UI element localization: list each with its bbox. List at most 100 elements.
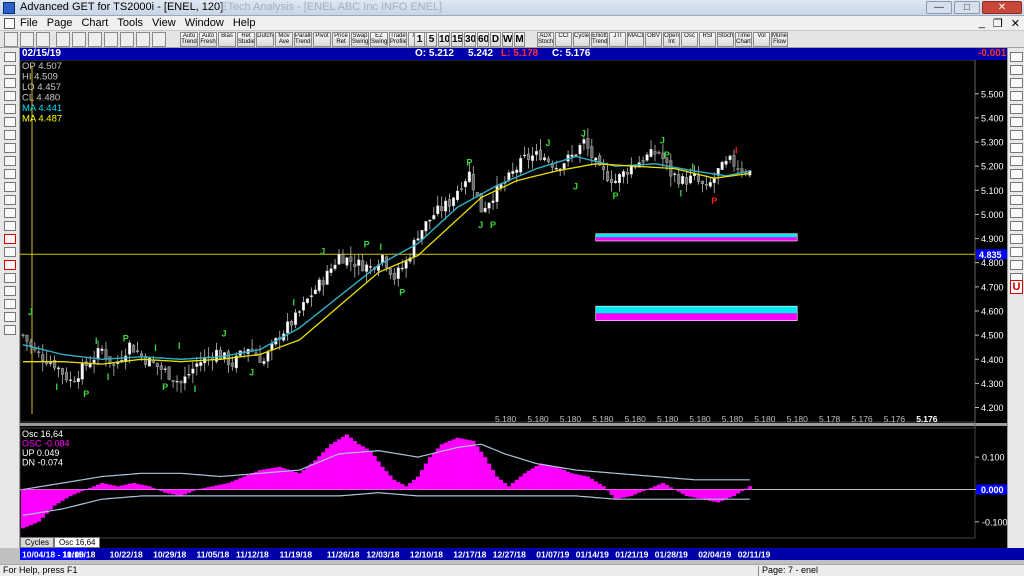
projection-box-magenta-1[interactable] bbox=[595, 237, 798, 241]
timeframe-60-button[interactable]: 60 bbox=[477, 32, 489, 47]
toolbar-jti-button[interactable]: JTI bbox=[609, 32, 626, 47]
toolbar-stoch-button[interactable]: Stoch bbox=[717, 32, 734, 47]
unlock-tool-button[interactable]: U bbox=[1010, 280, 1023, 294]
toolbar-ret-studies-button[interactable]: Ret Studies bbox=[237, 32, 255, 47]
drawing-tool-9[interactable] bbox=[4, 156, 16, 166]
toolbar-ez-swing-button[interactable]: EZ Swing bbox=[370, 32, 388, 47]
study-tool-5[interactable] bbox=[1010, 104, 1023, 114]
close-button[interactable]: ✕ bbox=[982, 1, 1022, 14]
toolbar-mov-ave-button[interactable]: Mov Ave bbox=[275, 32, 293, 47]
drawing-tool-18[interactable] bbox=[4, 273, 16, 283]
drawing-tool-17[interactable] bbox=[4, 260, 16, 270]
toolbar-time-chart-button[interactable]: Time Chart bbox=[735, 32, 752, 47]
toolbar-cci-button[interactable]: CCI bbox=[555, 32, 572, 47]
timeframe-15-button[interactable]: 15 bbox=[451, 32, 463, 47]
toolbar-elliott-trend-button[interactable]: Elliott Trend bbox=[591, 32, 608, 47]
study-tool-9[interactable] bbox=[1010, 156, 1023, 166]
study-tool-14[interactable] bbox=[1010, 221, 1023, 231]
menu-help[interactable]: Help bbox=[233, 17, 256, 29]
drawing-tool-16[interactable] bbox=[4, 247, 16, 257]
toolbar-icon-7[interactable] bbox=[104, 32, 118, 47]
drawing-tool-20[interactable] bbox=[4, 299, 16, 309]
toolbar-adx-stoch-button[interactable]: ADX Stoch bbox=[537, 32, 554, 47]
toolbar-vol-button[interactable]: Vol bbox=[753, 32, 770, 47]
timeframe-w-button[interactable]: W bbox=[502, 32, 513, 47]
study-tool-15[interactable] bbox=[1010, 234, 1023, 244]
study-tool-6[interactable] bbox=[1010, 117, 1023, 127]
drawing-tool-8[interactable] bbox=[4, 143, 16, 153]
drawing-tool-6[interactable] bbox=[4, 117, 16, 127]
drawing-tool-5[interactable] bbox=[4, 104, 16, 114]
menu-chart[interactable]: Chart bbox=[81, 17, 108, 29]
toolbar-icon-6[interactable] bbox=[88, 32, 102, 47]
title-bar[interactable]: Advanced GET for TS2000i - [ENEL, 120] E… bbox=[0, 0, 1024, 16]
study-tool-10[interactable] bbox=[1010, 169, 1023, 179]
maximize-button[interactable]: □ bbox=[954, 1, 980, 14]
study-tool-2[interactable] bbox=[1010, 65, 1023, 75]
timeframe-1-button[interactable]: 1 bbox=[414, 32, 425, 47]
toolbar-icon-5[interactable] bbox=[72, 32, 86, 47]
toolbar-icon-1[interactable] bbox=[4, 32, 18, 47]
minimize-button[interactable]: — bbox=[926, 1, 952, 14]
timeframe-m-button[interactable]: M bbox=[514, 32, 525, 47]
timeframe-d-button[interactable]: D bbox=[490, 32, 501, 47]
menu-tools[interactable]: Tools bbox=[117, 17, 143, 29]
tab-osc-16-64[interactable]: Osc 16,64 bbox=[54, 537, 101, 548]
drawing-tool-1[interactable] bbox=[4, 52, 16, 62]
study-tool-16[interactable] bbox=[1010, 247, 1023, 257]
menu-page[interactable]: Page bbox=[47, 17, 73, 29]
drawing-tool-3[interactable] bbox=[4, 78, 16, 88]
drawing-tool-10[interactable] bbox=[4, 169, 16, 179]
toolbar-money-flow-button[interactable]: Money Flow bbox=[771, 32, 788, 47]
timeframe-5-button[interactable]: 5 bbox=[426, 32, 437, 47]
toolbar-icon-2[interactable] bbox=[20, 32, 34, 47]
drawing-tool-2[interactable] bbox=[4, 65, 16, 75]
toolbar-cycles-button[interactable]: Cycles bbox=[573, 32, 590, 47]
study-tool-11[interactable] bbox=[1010, 182, 1023, 192]
mdi-minimize-button[interactable]: _ bbox=[979, 17, 985, 30]
drawing-tool-11[interactable] bbox=[4, 182, 16, 192]
toolbar-icon-9[interactable] bbox=[136, 32, 150, 47]
toolbar-trade-profile-button[interactable]: Trade Profile bbox=[389, 32, 407, 47]
timeframe-30-button[interactable]: 30 bbox=[464, 32, 476, 47]
projection-box-magenta-2[interactable] bbox=[595, 313, 798, 321]
study-tool-17[interactable] bbox=[1010, 260, 1023, 270]
chart-area[interactable]: 4.200 4.300 4.400 4.500 4.600 4.700 4.800 4.900… bbox=[20, 60, 1007, 548]
study-tool-13[interactable] bbox=[1010, 208, 1023, 218]
osc-lower-band[interactable] bbox=[22, 492, 750, 516]
drawing-tool-13[interactable] bbox=[4, 208, 16, 218]
toolbar-rsi-button[interactable]: RSI bbox=[699, 32, 716, 47]
toolbar-pivot-button[interactable]: Pivot bbox=[313, 32, 331, 47]
timeframe-10-button[interactable]: 10 bbox=[438, 32, 450, 47]
drawing-tool-15[interactable] bbox=[4, 234, 16, 244]
document-icon[interactable] bbox=[4, 18, 15, 29]
toolbar-osc-button[interactable]: Osc bbox=[681, 32, 698, 47]
menu-view[interactable]: View bbox=[152, 17, 176, 29]
mdi-close-button[interactable]: ✕ bbox=[1011, 17, 1020, 30]
toolbar-icon-4[interactable] bbox=[56, 32, 70, 47]
study-tool-3[interactable] bbox=[1010, 78, 1023, 88]
drawing-tool-14[interactable] bbox=[4, 221, 16, 231]
toolbar-macd-button[interactable]: MACD bbox=[627, 32, 644, 47]
drawing-tool-19[interactable] bbox=[4, 286, 16, 296]
toolbar-auto-fresh-button[interactable]: Auto Fresh bbox=[199, 32, 217, 47]
drawing-tool-21[interactable] bbox=[4, 312, 16, 322]
menu-file[interactable]: File bbox=[20, 17, 38, 29]
drawing-tool-4[interactable] bbox=[4, 91, 16, 101]
toolbar-dutch-button[interactable]: Dutch bbox=[256, 32, 274, 47]
toolbar-icon-3[interactable] bbox=[36, 32, 50, 47]
toolbar-obv-button[interactable]: OBV bbox=[645, 32, 662, 47]
chart-canvas[interactable]: 4.2004.3004.4004.5004.6004.7004.8004.900… bbox=[20, 60, 1007, 548]
tab-cycles[interactable]: Cycles bbox=[20, 537, 55, 548]
toolbar-icon-8[interactable] bbox=[120, 32, 134, 47]
study-tool-1[interactable] bbox=[1010, 52, 1023, 62]
drawing-tool-22[interactable] bbox=[4, 325, 16, 335]
menu-window[interactable]: Window bbox=[185, 17, 224, 29]
drawing-tool-12[interactable] bbox=[4, 195, 16, 205]
drawing-tool-7[interactable] bbox=[4, 130, 16, 140]
toolbar-swap-swing-button[interactable]: Swap Swing bbox=[351, 32, 369, 47]
toolbar-auto-trend-button[interactable]: Auto Trend bbox=[180, 32, 198, 47]
toolbar-parallel-trends-button[interactable]: Parallel Trends bbox=[294, 32, 312, 47]
study-tool-7[interactable] bbox=[1010, 130, 1023, 140]
toolbar-price-ret-button[interactable]: Price Ret bbox=[332, 32, 350, 47]
